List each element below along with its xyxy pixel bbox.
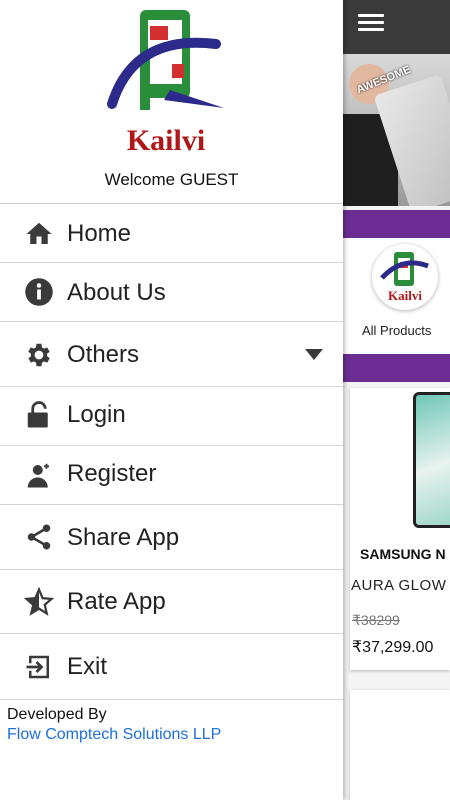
menu-item-label: Rate App [67, 588, 166, 615]
unlock-icon [24, 400, 54, 430]
promo-banner[interactable]: AWESOME [343, 54, 450, 206]
menu-item-exit[interactable]: Exit [0, 634, 343, 700]
kailvi-logo: Kailvi [104, 4, 236, 157]
menu-item-label: Exit [67, 653, 108, 680]
menu-item-share-app[interactable]: Share App [0, 505, 343, 570]
home-icon [24, 219, 54, 249]
product-old-price: ₹38299 [352, 612, 400, 628]
product-price: ₹37,299.00 [352, 639, 434, 656]
menu-item-home[interactable]: Home [0, 204, 343, 263]
chevron-down-icon[interactable] [305, 348, 323, 366]
logo-brand-text: Kailvi [127, 124, 205, 154]
menu-item-label: Others [67, 341, 140, 368]
developer-link[interactable]: Flow Comptech Solutions LLP [7, 726, 221, 744]
menu-item-label: Register [67, 460, 157, 487]
share-icon [24, 522, 54, 552]
menu-item-label: Login [67, 401, 126, 428]
gear-icon [24, 340, 54, 370]
menu-item-label: Share App [67, 524, 180, 551]
developed-by-label: Developed By [7, 706, 107, 723]
hamburger-menu-icon[interactable] [356, 10, 386, 36]
info-icon [24, 277, 54, 307]
menu-item-label: About Us [67, 279, 166, 306]
section-divider [343, 354, 450, 382]
menu-item-others[interactable]: Others [0, 322, 343, 387]
product-name: SAMSUNG N [360, 546, 446, 562]
welcome-text: Welcome GUEST [104, 170, 239, 189]
menu-item-about-us[interactable]: About Us [0, 263, 343, 322]
product-card[interactable] [350, 690, 450, 800]
section-divider [343, 210, 450, 238]
menu-item-login[interactable]: Login [0, 387, 343, 446]
menu-item-rate-app[interactable]: Rate App [0, 570, 343, 634]
category-all-products-icon[interactable]: Kailvi [372, 244, 438, 310]
category-label[interactable]: All Products [362, 323, 431, 338]
star-half-icon [23, 586, 55, 617]
svg-text:Kailvi: Kailvi [388, 288, 422, 303]
menu-item-register[interactable]: Register [0, 446, 343, 505]
product-image [413, 392, 450, 528]
product-subtitle: AURA GLOW [351, 577, 447, 594]
menu-item-label: Home [67, 220, 132, 247]
exit-icon [24, 652, 54, 682]
add-user-icon [24, 460, 54, 490]
drawer-header: Kailvi Welcome GUEST [0, 0, 343, 204]
navigation-drawer: Kailvi Welcome GUEST Home About Us Other… [0, 0, 343, 800]
